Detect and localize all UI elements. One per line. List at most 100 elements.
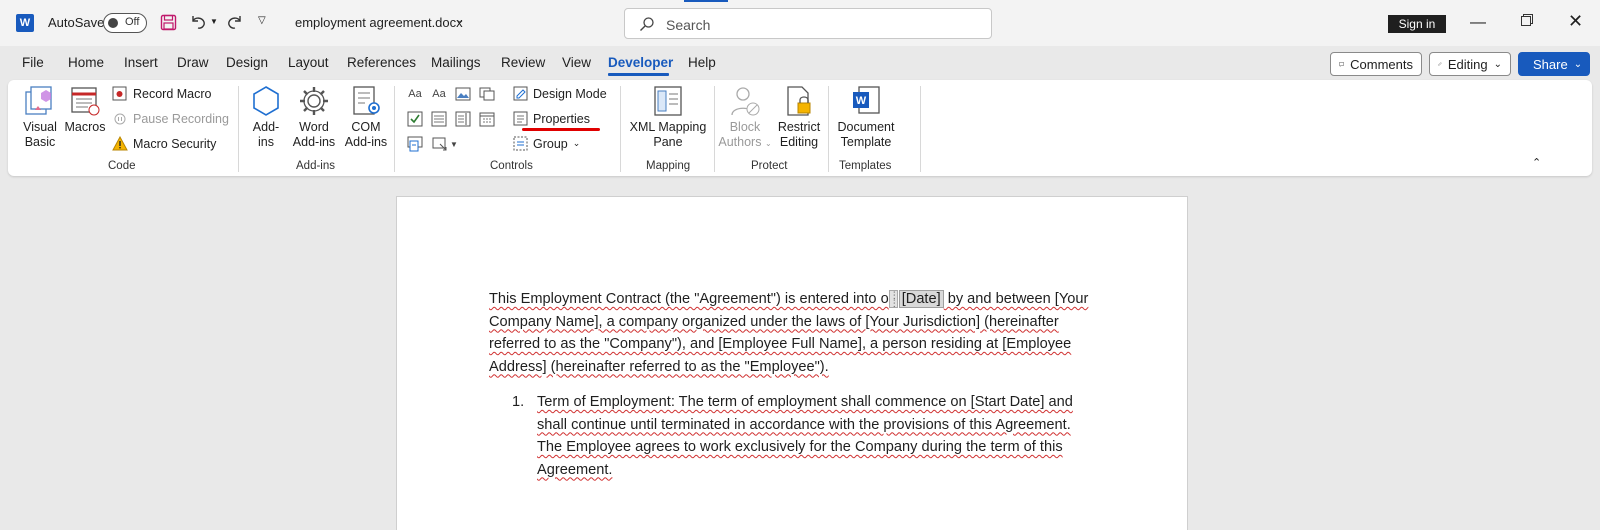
- visual-basic-icon: [23, 84, 57, 118]
- autosave-toggle[interactable]: Off: [103, 13, 147, 33]
- pause-recording-button[interactable]: Pause Recording: [112, 111, 229, 127]
- date-picker-control-icon[interactable]: [478, 111, 496, 127]
- group-button[interactable]: Group ⌄: [513, 136, 580, 151]
- visual-basic-label-2: Basic: [24, 135, 56, 149]
- comments-button[interactable]: Comments: [1330, 52, 1422, 76]
- editing-label: Editing: [1447, 56, 1488, 72]
- save-icon[interactable]: [160, 14, 177, 31]
- title-accent-line: [684, 0, 728, 2]
- collapse-ribbon-icon[interactable]: ⌃: [1532, 156, 1541, 169]
- tab-draw[interactable]: Draw: [177, 55, 209, 70]
- document-template-icon: W: [849, 84, 883, 118]
- pause-icon: [114, 113, 126, 125]
- share-button[interactable]: Share ⌄: [1518, 52, 1590, 76]
- chevron-down-icon: ⌄: [764, 139, 772, 148]
- undo-dropdown-icon[interactable]: ▼: [210, 17, 218, 26]
- tab-developer[interactable]: Developer: [608, 55, 673, 70]
- properties-button[interactable]: Properties: [513, 111, 590, 126]
- chevron-down-icon: ⌄: [1573, 58, 1583, 70]
- xml-mapping-icon: [651, 84, 685, 118]
- tab-home[interactable]: Home: [68, 55, 104, 70]
- picture-control-icon[interactable]: [454, 86, 472, 102]
- record-macro-button[interactable]: Record Macro: [112, 86, 212, 102]
- document-paragraph-1[interactable]: This Employment Contract (the "Agreement…: [489, 288, 1089, 378]
- design-mode-button[interactable]: Design Mode: [513, 86, 607, 101]
- tab-layout[interactable]: Layout: [288, 55, 329, 70]
- rich-text-control-icon[interactable]: Aa: [406, 86, 424, 102]
- legacy-tools-icon: [432, 137, 447, 151]
- visual-basic-label-1: Visual: [23, 120, 57, 134]
- tab-review[interactable]: Review: [501, 55, 545, 70]
- tab-references[interactable]: References: [347, 55, 416, 70]
- document-template-label-2: Template: [840, 135, 892, 149]
- word-addins-button[interactable]: Word Add-ins: [290, 84, 338, 150]
- group-icon: [513, 136, 528, 151]
- visual-basic-button[interactable]: Visual Basic: [20, 84, 60, 150]
- block-authors-label-1: Block: [729, 120, 761, 134]
- com-addins-label-2: Add-ins: [344, 135, 388, 149]
- group-separator: [238, 86, 239, 172]
- tab-file[interactable]: File: [22, 55, 44, 70]
- plain-text-control-icon[interactable]: Aa: [430, 86, 448, 102]
- block-authors-icon: [728, 84, 762, 118]
- document-name[interactable]: employment agreement.docx: [295, 15, 463, 30]
- addins-button[interactable]: Add-ins: [246, 84, 286, 150]
- autosave-label: AutoSave: [48, 15, 105, 30]
- checkbox-control-icon[interactable]: [406, 111, 424, 127]
- com-addins-button[interactable]: COM Add-ins: [342, 84, 390, 150]
- date-content-control[interactable]: [Date]: [898, 290, 944, 308]
- building-block-control-icon[interactable]: [478, 86, 496, 102]
- pencil-icon: [1438, 62, 1442, 66]
- restore-icon[interactable]: [1521, 14, 1533, 26]
- group-label: Group: [533, 136, 568, 151]
- word-addins-label-2: Add-ins: [292, 135, 336, 149]
- restrict-editing-label-2: Editing: [779, 135, 819, 149]
- dropdown-list-control-icon[interactable]: [454, 111, 472, 127]
- close-icon[interactable]: ✕: [1568, 11, 1583, 32]
- warning-icon: [112, 136, 128, 151]
- search-placeholder: Search: [666, 17, 711, 33]
- chevron-down-icon[interactable]: ⌄: [456, 15, 464, 26]
- tab-help[interactable]: Help: [688, 55, 716, 70]
- record-macro-label: Record Macro: [133, 87, 212, 101]
- group-separator: [828, 86, 829, 172]
- addins-icon: [249, 84, 283, 118]
- undo-icon[interactable]: [189, 13, 207, 31]
- pause-recording-label: Pause Recording: [133, 112, 229, 126]
- addins-group-label: Add-ins: [296, 160, 335, 172]
- group-separator: [620, 86, 621, 172]
- document-template-button[interactable]: W Document Template: [834, 84, 898, 150]
- combo-box-control-icon[interactable]: [430, 111, 448, 127]
- block-authors-label-2: Authors: [718, 135, 762, 149]
- content-control-handle-icon[interactable]: ⋮ ⋮: [888, 290, 899, 308]
- tab-view[interactable]: View: [562, 55, 591, 70]
- sign-in-button[interactable]: Sign in: [1388, 15, 1446, 33]
- search-box[interactable]: Search: [624, 8, 992, 39]
- comment-icon: [1339, 61, 1344, 67]
- comments-label: Comments: [1350, 56, 1413, 72]
- repeating-section-control-icon[interactable]: [406, 136, 424, 152]
- restrict-editing-button[interactable]: Restrict Editing: [774, 84, 824, 150]
- macro-security-button[interactable]: Macro Security: [112, 136, 216, 152]
- group-separator: [714, 86, 715, 172]
- xml-mapping-pane-button[interactable]: XML Mapping Pane: [626, 84, 710, 150]
- block-authors-button[interactable]: Block Authors ⌄: [718, 84, 772, 151]
- restrict-editing-icon: [782, 84, 816, 118]
- controls-group-label: Controls: [490, 160, 533, 172]
- customize-qat-icon[interactable]: ▽: [258, 15, 266, 26]
- protect-group-label: Protect: [751, 160, 788, 172]
- autosave-state: Off: [125, 16, 140, 28]
- legacy-tools-button[interactable]: ▼: [430, 136, 460, 152]
- minimize-icon[interactable]: —: [1470, 14, 1486, 32]
- share-label: Share: [1533, 56, 1568, 72]
- macros-button[interactable]: Macros: [64, 84, 106, 135]
- list-number: 1.: [512, 394, 525, 410]
- chevron-down-icon: ▼: [450, 139, 458, 149]
- tab-design[interactable]: Design: [226, 55, 268, 70]
- tab-mailings[interactable]: Mailings: [431, 55, 481, 70]
- search-icon: [639, 16, 655, 35]
- editing-button[interactable]: Editing ⌄: [1429, 52, 1511, 76]
- tab-insert[interactable]: Insert: [124, 55, 158, 70]
- addins-label-1: Add-: [252, 120, 280, 134]
- redo-icon[interactable]: [226, 13, 244, 31]
